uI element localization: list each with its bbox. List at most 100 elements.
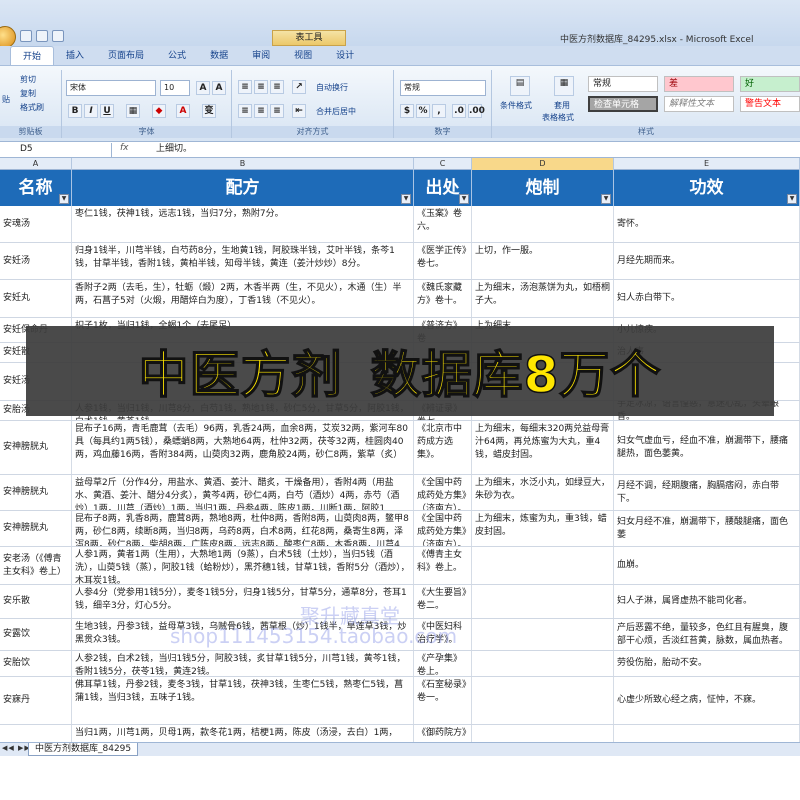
- cell-name[interactable]: 安神膀胱丸: [0, 511, 72, 546]
- table-row[interactable]: 安妊汤 归身1钱半，川芎半钱，白芍药8分，生地黄1钱，阿胶珠半钱，艾叶半钱，条芩1…: [0, 243, 800, 280]
- table-row[interactable]: 安魂汤 枣仁1钱，茯神1钱，远志1钱，当归7分，熟附7分。 《玉案》卷六。 寄怀。: [0, 206, 800, 243]
- column-header-a[interactable]: A: [0, 158, 72, 170]
- table-row[interactable]: 安乐散 人参4分（党参用1钱5分），麦冬1钱5分，归身1钱5分，甘草5分，通草8分…: [0, 585, 800, 619]
- tab-formulas[interactable]: 公式: [156, 46, 198, 65]
- phonetic-icon[interactable]: 变: [202, 104, 216, 118]
- cell-name[interactable]: 安魂汤: [0, 206, 72, 242]
- worksheet[interactable]: A B C D E 名称 ▼ 配方 ▼ 出处 ▼ 炮制 ▼ 功效 ▼ 安魂汤 枣仁1钱，茯神…: [0, 158, 800, 742]
- cell-prep[interactable]: [472, 206, 614, 242]
- cell-recipe[interactable]: 益母草2斤（分作4分，用盐水、黄酒、姜汁、醋炙，干燥备用），香附4两（用盐水、黄…: [72, 475, 414, 510]
- align-center-icon[interactable]: ≡: [254, 104, 268, 118]
- filter-dropdown-icon[interactable]: ▼: [401, 194, 411, 204]
- bold-icon[interactable]: B: [68, 104, 82, 118]
- cell-prep[interactable]: 上切，作一服。: [472, 243, 614, 279]
- cell-prep[interactable]: [472, 677, 614, 724]
- align-right-icon[interactable]: ≡: [270, 104, 284, 118]
- font-color-icon[interactable]: A: [176, 104, 190, 118]
- cell-effect[interactable]: [614, 725, 800, 742]
- fx-icon[interactable]: fx: [120, 143, 129, 153]
- column-header-b[interactable]: B: [72, 158, 414, 170]
- cell-prep[interactable]: [472, 619, 614, 650]
- tab-data[interactable]: 数据: [198, 46, 240, 65]
- format-as-table-icon[interactable]: ▦: [554, 76, 574, 96]
- cut-button[interactable]: 剪切: [20, 74, 36, 85]
- align-bottom-icon[interactable]: ≡: [270, 80, 284, 94]
- cell-source[interactable]: 《全国中药成药处方集》（济南方）。: [414, 475, 472, 510]
- table-row[interactable]: 安老汤（《傅青主女科》卷上） 人参1两，黄者1两（生用），大熟地1两（9蒸），白术…: [0, 547, 800, 585]
- underline-icon[interactable]: U: [100, 104, 114, 118]
- table-row[interactable]: 安寐丹 佛耳草1钱，丹参2钱，麦冬3钱，甘草1钱，茯神3钱，生枣仁5钱，熟枣仁5钱…: [0, 677, 800, 725]
- borders-icon[interactable]: ▦: [126, 104, 140, 118]
- style-normal[interactable]: 常规: [588, 76, 658, 92]
- cell-source[interactable]: 《石室秘录》卷一。: [414, 677, 472, 724]
- cell-effect[interactable]: 劳役伤胎，胎动不安。: [614, 651, 800, 676]
- filter-dropdown-icon[interactable]: ▼: [601, 194, 611, 204]
- cell-effect[interactable]: 心虚少所致心经之病，怔忡，不寐。: [614, 677, 800, 724]
- column-header-e[interactable]: E: [614, 158, 800, 170]
- cell-name[interactable]: 安露饮: [0, 619, 72, 650]
- format-as-table-button-2[interactable]: 表格格式: [542, 112, 574, 123]
- merge-center-button[interactable]: 合并后居中: [316, 106, 356, 117]
- cell-source[interactable]: 《傅青主女科》卷上。: [414, 547, 472, 584]
- tab-insert[interactable]: 插入: [54, 46, 96, 65]
- sheet-tab[interactable]: 中医方剂数据库_84295: [28, 743, 139, 756]
- cell-source[interactable]: 《全国中药成药处方集》（济南方）。: [414, 511, 472, 546]
- cell-name[interactable]: 安寐丹: [0, 677, 72, 724]
- cell-effect[interactable]: 产后恶露不绝，量较多，色红且有腥臭，腹部干心烦，舌淡红苔黄，脉数，属血热者。: [614, 619, 800, 650]
- indent-icon[interactable]: ⇤: [292, 104, 306, 118]
- cell-recipe[interactable]: 佛耳草1钱，丹参2钱，麦冬3钱，甘草1钱，茯神3钱，生枣仁5钱，熟枣仁5钱，菖蒲…: [72, 677, 414, 724]
- orientation-icon[interactable]: ↗: [292, 80, 306, 94]
- font-size-select[interactable]: 10: [160, 80, 190, 96]
- cell-prep[interactable]: 上为细末，每细末320两兑益母膏汁64两，再兑炼蜜为大丸，重4钱，蜡皮封固。: [472, 421, 614, 474]
- cell-source[interactable]: 《大生要旨》卷二。: [414, 585, 472, 618]
- number-format-select[interactable]: 常规: [400, 80, 486, 96]
- cell-prep[interactable]: [472, 547, 614, 584]
- cell-recipe[interactable]: 人参1两，黄者1两（生用），大熟地1两（9蒸），白术5钱（土炒），当归5钱（酒洗…: [72, 547, 414, 584]
- align-left-icon[interactable]: ≡: [238, 104, 252, 118]
- cell-recipe[interactable]: 昆布子16两，青毛鹿茸（去毛）96两，乳香24两，血余8两，艾炭32两，紫河车8…: [72, 421, 414, 474]
- table-row[interactable]: 安胎饮 人参2钱，白术2钱，当归1钱5分，阿胶3钱，炙甘草1钱5分，川芎1钱，黄芩…: [0, 651, 800, 677]
- style-check-cell[interactable]: 检查单元格: [588, 96, 658, 112]
- cell-recipe[interactable]: 当归1两，川芎1两，贝母1两，款冬花1两，桔梗1两，陈皮（汤浸，去白）1两，: [72, 725, 414, 742]
- fill-color-icon[interactable]: ◆: [152, 104, 166, 118]
- cell-source[interactable]: 《北京市中药成方选集》。: [414, 421, 472, 474]
- cell-source[interactable]: 《御药院方》: [414, 725, 472, 742]
- wrap-text-button[interactable]: 自动换行: [316, 82, 348, 93]
- decrease-decimal-icon[interactable]: .00: [468, 104, 485, 118]
- table-row[interactable]: 安神膀胱丸 昆布子16两，青毛鹿茸（去毛）96两，乳香24两，血余8两，艾炭32两…: [0, 421, 800, 475]
- italic-icon[interactable]: I: [84, 104, 98, 118]
- filter-dropdown-icon[interactable]: ▼: [459, 194, 469, 204]
- name-box[interactable]: D5: [0, 143, 112, 157]
- style-good[interactable]: 好: [740, 76, 800, 92]
- cell-recipe[interactable]: 人参2钱，白术2钱，当归1钱5分，阿胶3钱，炙甘草1钱5分，川芎1钱，黄芩1钱，…: [72, 651, 414, 676]
- format-as-table-button[interactable]: 套用: [554, 100, 570, 111]
- tab-home[interactable]: 开始: [10, 46, 55, 65]
- table-row[interactable]: 当归1两，川芎1两，贝母1两，款冬花1两，桔梗1两，陈皮（汤浸，去白）1两， 《御…: [0, 725, 800, 742]
- filter-dropdown-icon[interactable]: ▼: [787, 194, 797, 204]
- cell-prep[interactable]: 上为细末，水泛小丸，如绿豆大，朱砂为衣。: [472, 475, 614, 510]
- cell-prep[interactable]: 上为细末，炼蜜为丸，重3钱，蜡皮封固。: [472, 511, 614, 546]
- cell-name[interactable]: 安神膀胱丸: [0, 475, 72, 510]
- cell-recipe[interactable]: 枣仁1钱，茯神1钱，远志1钱，当归7分，熟附7分。: [72, 206, 414, 242]
- table-row[interactable]: 安神膀胱丸 益母草2斤（分作4分，用盐水、黄酒、姜汁、醋炙，干燥备用），香附4两（…: [0, 475, 800, 511]
- save-icon[interactable]: [20, 30, 32, 42]
- style-explanatory[interactable]: 解释性文本: [664, 96, 734, 112]
- currency-icon[interactable]: $: [400, 104, 414, 118]
- cell-effect[interactable]: 寄怀。: [614, 206, 800, 242]
- tab-review[interactable]: 审阅: [240, 46, 282, 65]
- cell-prep[interactable]: 上为细末，汤泡蒸饼为丸，如梧桐子大。: [472, 280, 614, 317]
- cell-effect[interactable]: 妇女月经不准，崩漏带下，腰酸腿痛，面色萎: [614, 511, 800, 546]
- cell-name[interactable]: 安妊汤: [0, 243, 72, 279]
- percent-icon[interactable]: %: [416, 104, 430, 118]
- cell-recipe[interactable]: 昆布子8两，乳香8两，鹿茸8两，熟地8两，杜仲8两，香附8两，山萸肉8两，鳖甲8…: [72, 511, 414, 546]
- cell-name[interactable]: 安胎饮: [0, 651, 72, 676]
- copy-button[interactable]: 复制: [20, 88, 36, 99]
- cell-prep[interactable]: [472, 585, 614, 618]
- cell-recipe[interactable]: 归身1钱半，川芎半钱，白芍药8分，生地黄1钱，阿胶珠半钱，艾叶半钱，条芩1钱，甘…: [72, 243, 414, 279]
- font-name-select[interactable]: 宋体: [66, 80, 156, 96]
- format-painter-button[interactable]: 格式刷: [20, 102, 44, 113]
- cell-effect[interactable]: 血崩。: [614, 547, 800, 584]
- table-row[interactable]: 安神膀胱丸 昆布子8两，乳香8两，鹿茸8两，熟地8两，杜仲8两，香附8两，山萸肉8…: [0, 511, 800, 547]
- cell-name[interactable]: 安乐散: [0, 585, 72, 618]
- cell-source[interactable]: 《医学正传》卷七。: [414, 243, 472, 279]
